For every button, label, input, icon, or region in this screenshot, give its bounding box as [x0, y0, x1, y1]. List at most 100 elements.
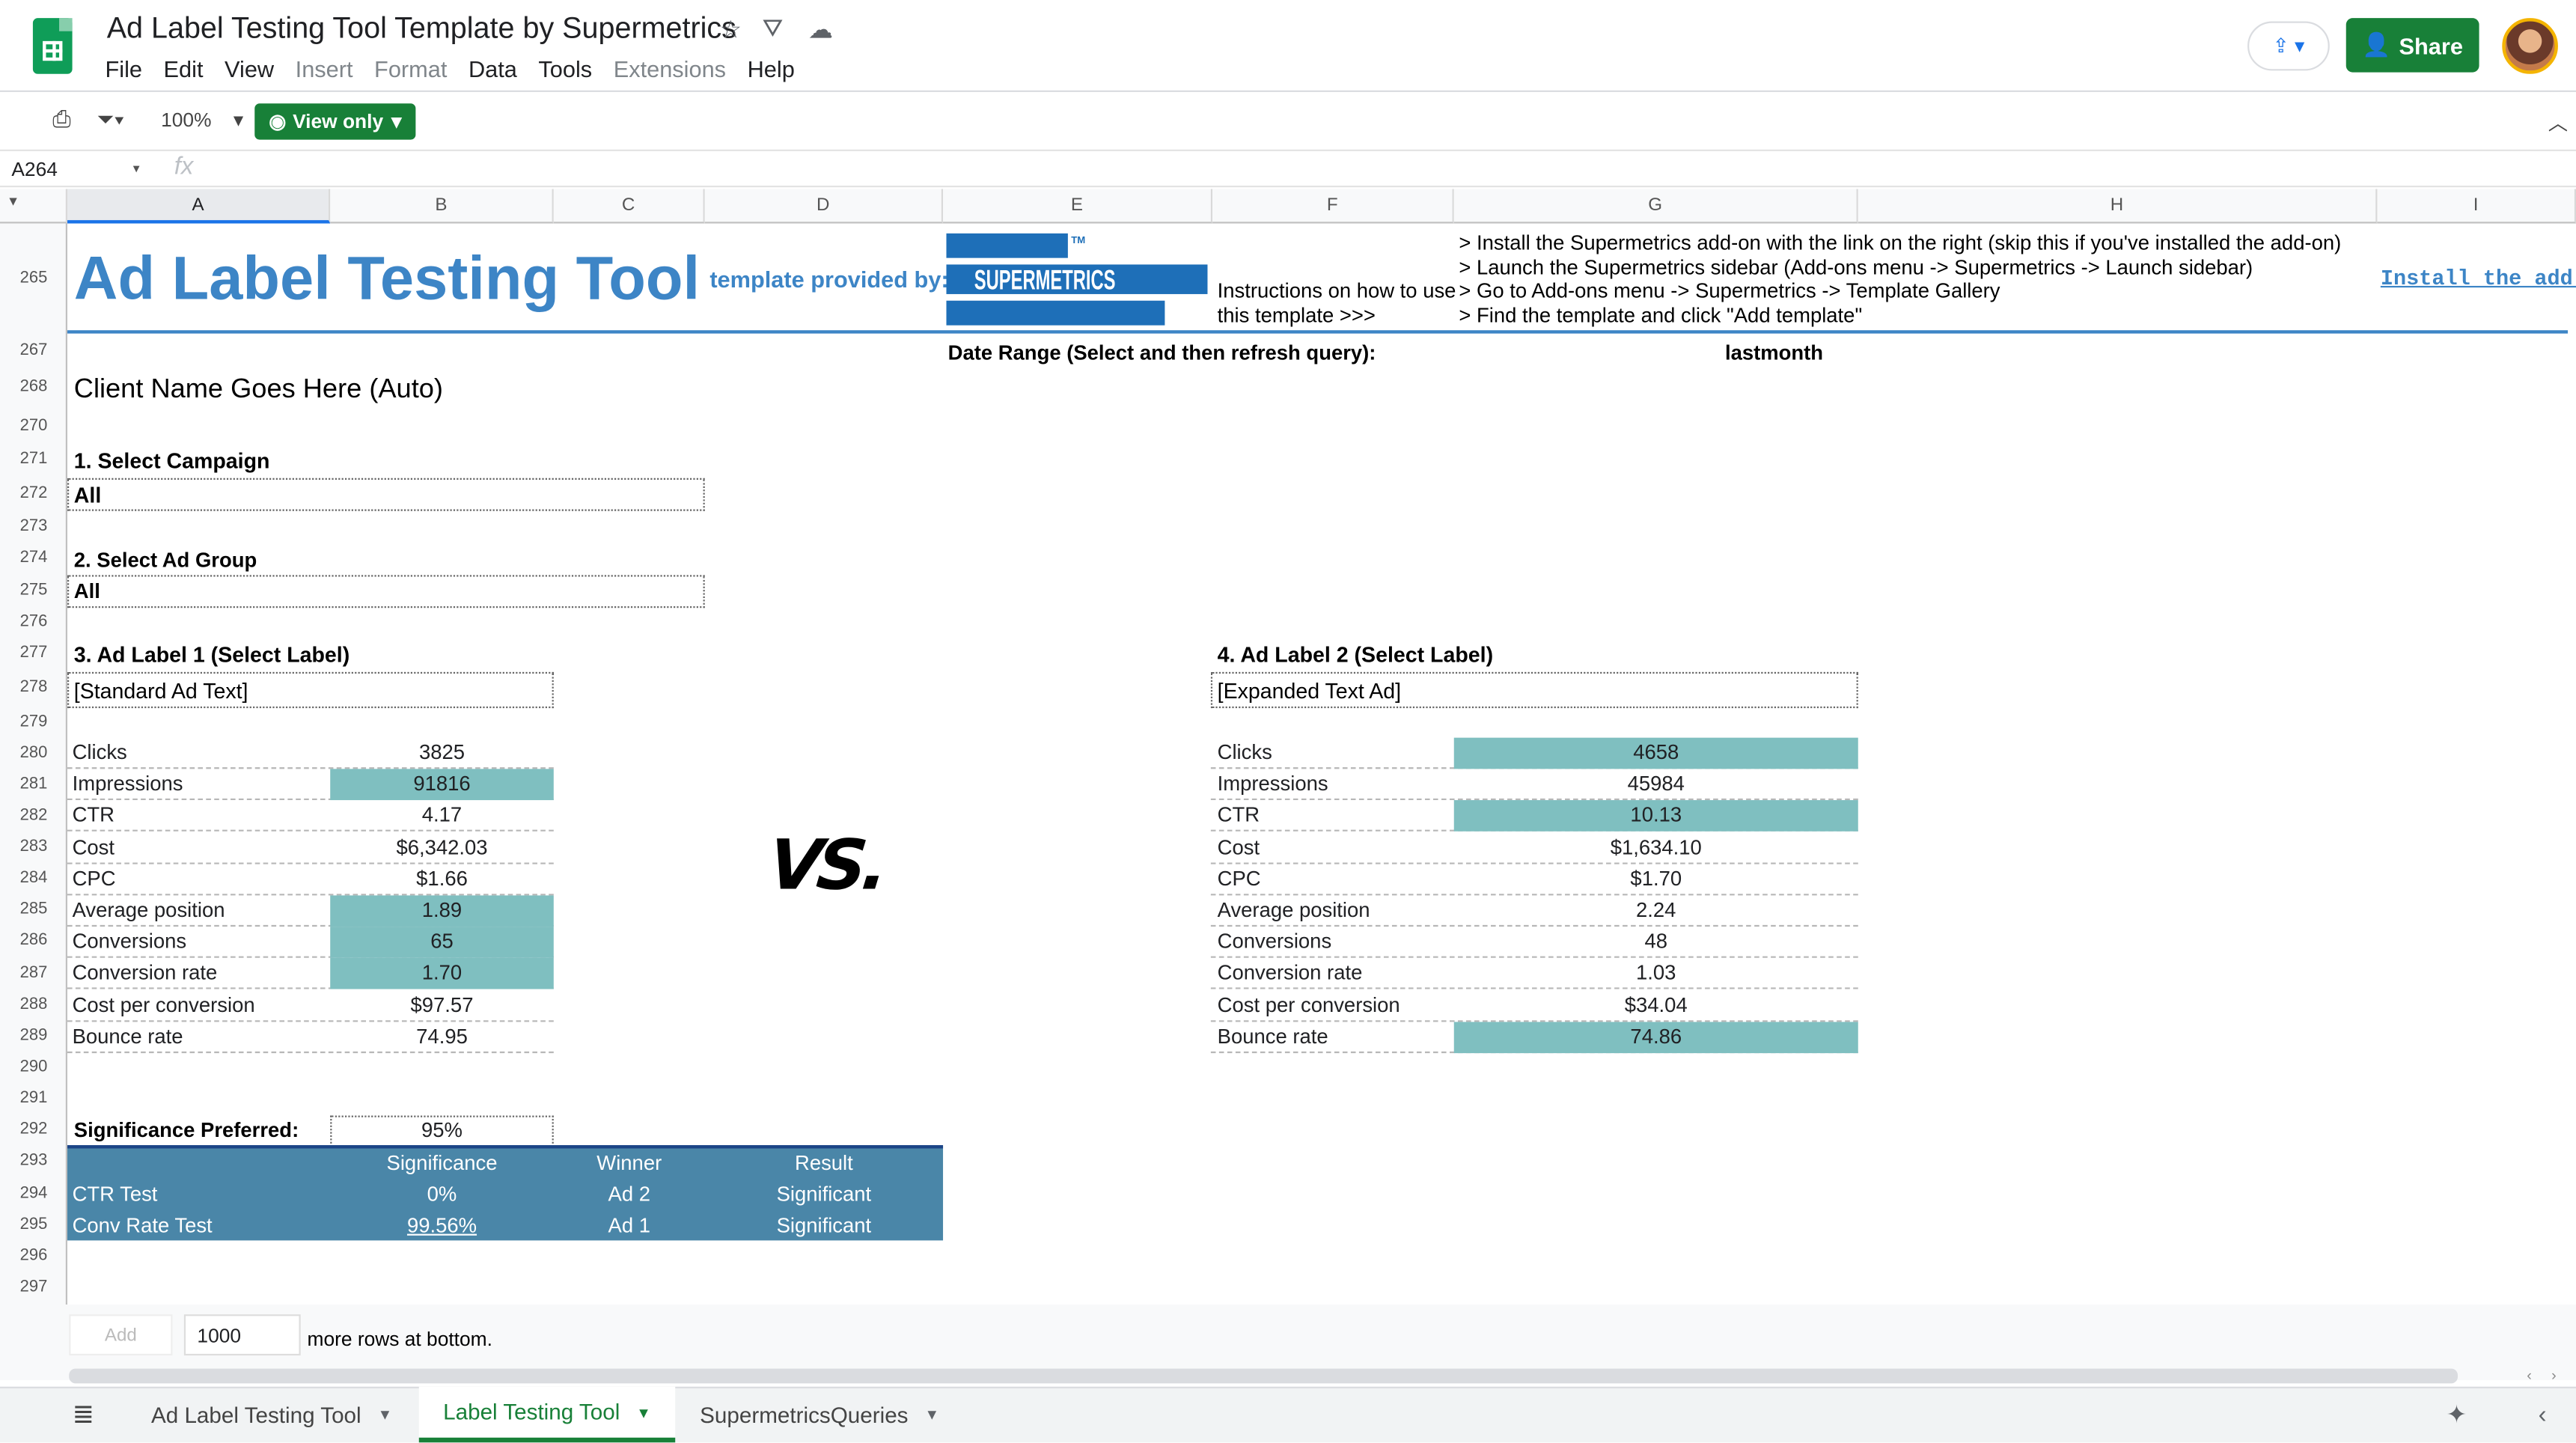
metric-value-label-1: 3825 [418, 741, 466, 764]
menu-file[interactable]: File [105, 56, 142, 82]
menu-view[interactable]: View [225, 56, 274, 82]
row-header[interactable]: 275 [0, 575, 67, 606]
row-header[interactable]: 272 [0, 478, 67, 510]
row-header[interactable]: 284 [0, 862, 67, 894]
row-header[interactable]: 279 [0, 707, 67, 738]
scroll-right-icon[interactable]: › [2551, 1367, 2557, 1383]
metric-name: Clicks [1217, 741, 1272, 764]
zoom-select[interactable]: 100% ▾ [161, 109, 243, 132]
chevron-down-icon[interactable]: ▾ [133, 161, 140, 176]
row-header[interactable]: 291 [0, 1083, 67, 1114]
filter-icon[interactable]: ⏷▾ [97, 107, 125, 133]
row-header[interactable]: 281 [0, 769, 67, 800]
conv-rate-test-significance[interactable]: 99.56% [330, 1214, 554, 1237]
row-header[interactable]: 289 [0, 1020, 67, 1052]
tab-ad-label-testing-tool[interactable]: Ad Label Testing Tool ▼ [151, 1387, 392, 1443]
row-header[interactable]: 277 [0, 638, 67, 669]
row-header[interactable]: 280 [0, 738, 67, 769]
row-header[interactable]: 282 [0, 800, 67, 832]
significance-preferred-input[interactable]: 95% [330, 1115, 554, 1147]
install-addon-link[interactable]: Install the add- [2381, 266, 2576, 291]
ad-label-1-select[interactable]: [Standard Ad Text] [67, 671, 554, 709]
metric-value-label-2: 1.03 [1636, 962, 1676, 985]
rows-count-input[interactable]: 1000 [183, 1314, 301, 1356]
metric-row: CPC $1.66 [67, 864, 554, 895]
column-header-i[interactable]: I [2377, 189, 2576, 224]
row-header[interactable]: 271 [0, 444, 67, 475]
row-header[interactable]: 288 [0, 989, 67, 1021]
present-button[interactable]: ⇪ ▾ [2247, 21, 2330, 71]
menu-format[interactable]: Format [374, 56, 447, 82]
view-only-label: View only [293, 110, 384, 133]
horizontal-scrollbar[interactable] [69, 1368, 2459, 1384]
menu-tools[interactable]: Tools [538, 56, 592, 82]
document-title[interactable]: Ad Label Testing Tool Template by Superm… [107, 11, 736, 46]
column-header-d[interactable]: D [704, 189, 944, 224]
row-header[interactable]: 274 [0, 542, 67, 573]
row-header[interactable]: 278 [0, 672, 67, 704]
add-rows-button[interactable]: Add [69, 1314, 173, 1356]
row-header[interactable]: 290 [0, 1052, 67, 1083]
avatar[interactable] [2502, 18, 2558, 74]
row-header[interactable]: 293 [0, 1145, 67, 1177]
sheets-logo-icon[interactable] [32, 18, 73, 74]
ad-group-select[interactable]: All [67, 575, 705, 608]
metric-name: CPC [1217, 867, 1261, 891]
column-header-c[interactable]: C [553, 189, 705, 224]
row-header[interactable]: 267 [0, 335, 67, 367]
ad-group-label: 2. Select Ad Group [73, 549, 257, 572]
name-box[interactable]: A264 [11, 158, 58, 181]
column-header-g[interactable]: G [1453, 189, 1858, 224]
column-header-a[interactable]: A [67, 189, 331, 224]
row-header[interactable]: 297 [0, 1272, 67, 1303]
fx-icon: fx [174, 153, 194, 181]
menu-edit[interactable]: Edit [164, 56, 204, 82]
row-header[interactable]: 268 [0, 371, 67, 403]
tab-label-testing-tool[interactable]: Label Testing Tool ▼ [418, 1386, 676, 1443]
column-header-f[interactable]: F [1212, 189, 1454, 224]
date-range-value[interactable]: lastmonth [1725, 342, 1823, 365]
row-header[interactable]: 270 [0, 411, 67, 442]
menu-data[interactable]: Data [468, 56, 517, 82]
row-header[interactable]: 286 [0, 925, 67, 957]
star-icon[interactable]: ☆ [719, 15, 742, 45]
row-header[interactable]: 287 [0, 958, 67, 989]
row-header[interactable]: 294 [0, 1178, 67, 1209]
tab-label: SupermetricsQueries [700, 1402, 909, 1427]
cloud-status-icon[interactable]: ☁ [808, 15, 833, 45]
row-header[interactable]: 276 [0, 606, 67, 638]
column-header-e[interactable]: E [943, 189, 1213, 224]
significance-preferred-label: Significance Preferred: [73, 1118, 299, 1142]
metric-value-label-1: 4.17 [421, 804, 463, 828]
row-header[interactable]: 292 [0, 1114, 67, 1145]
metric-name: Average position [1217, 898, 1370, 922]
menu-extensions[interactable]: Extensions [614, 56, 726, 82]
vs-graphic: VS. [764, 824, 888, 906]
tab-supermetrics-queries[interactable]: SupermetricsQueries ▼ [700, 1387, 939, 1443]
scroll-left-icon[interactable]: ‹ [2527, 1367, 2532, 1383]
row-header[interactable]: 295 [0, 1209, 67, 1241]
column-header-b[interactable]: B [330, 189, 554, 224]
print-icon[interactable]: ⎙ [52, 105, 71, 132]
select-all-corner[interactable]: ▼ [0, 189, 68, 224]
campaign-select[interactable]: All [67, 478, 705, 511]
explore-icon[interactable]: ✦ [2447, 1387, 2467, 1443]
row-header[interactable]: 265 [0, 263, 67, 294]
menu-insert[interactable]: Insert [296, 56, 353, 82]
row-header[interactable]: 283 [0, 832, 67, 863]
share-button[interactable]: 👤 Share [2345, 18, 2479, 73]
ad-label-2-select[interactable]: [Expanded Text Ad] [1210, 671, 1858, 709]
column-header-h[interactable]: H [1858, 189, 2378, 224]
client-name: Client Name Goes Here (Auto) [73, 374, 443, 405]
collapse-icon[interactable]: ︿ [2548, 109, 2568, 136]
view-only-button[interactable]: ◉ View only ▾ [254, 103, 416, 140]
row-header[interactable]: 296 [0, 1240, 67, 1272]
collapse-side-panel-icon[interactable]: ‹ [2539, 1387, 2547, 1443]
metric-value-label-1: $1.66 [416, 867, 468, 891]
row-header[interactable]: 273 [0, 511, 67, 543]
menu-help[interactable]: Help [748, 56, 795, 82]
move-to-drive-icon[interactable]: ⛛ [763, 15, 784, 43]
tab-label: Label Testing Tool [443, 1400, 620, 1425]
all-sheets-icon[interactable]: ≣ [73, 1387, 94, 1443]
row-header[interactable]: 285 [0, 894, 67, 925]
